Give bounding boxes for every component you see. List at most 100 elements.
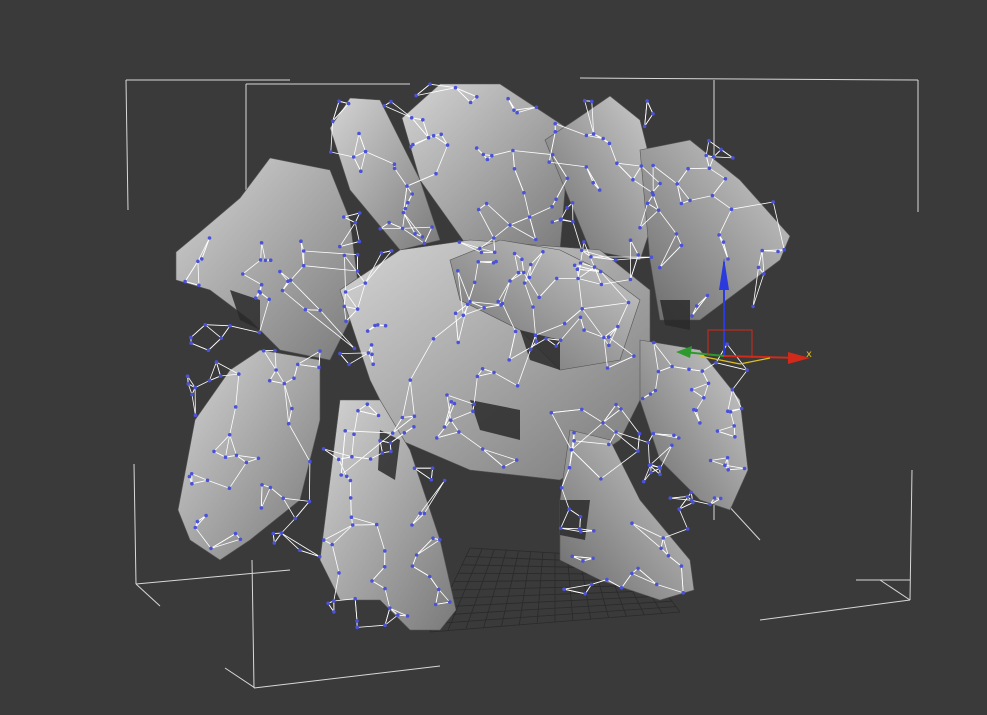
mesh-vertex[interactable] — [370, 352, 374, 357]
mesh-vertex[interactable] — [480, 447, 485, 451]
mesh-vertex[interactable] — [233, 531, 238, 536]
mesh-vertex[interactable] — [645, 201, 650, 206]
mesh-vertex[interactable] — [189, 335, 193, 340]
mesh-vertex[interactable] — [705, 293, 710, 298]
mesh-vertex[interactable] — [303, 307, 308, 312]
mesh-vertex[interactable] — [666, 553, 671, 558]
mesh-vertex[interactable] — [207, 378, 212, 383]
mesh-vertex[interactable] — [410, 523, 414, 527]
mesh-vertex[interactable] — [642, 124, 647, 129]
mesh-vertex[interactable] — [572, 263, 577, 268]
mesh-vertex[interactable] — [570, 554, 574, 559]
mesh-vertex[interactable] — [572, 439, 576, 443]
mesh-vertex[interactable] — [452, 401, 457, 406]
mesh-vertex[interactable] — [233, 405, 238, 409]
mesh-vertex[interactable] — [475, 374, 480, 379]
mesh-vertex[interactable] — [637, 431, 642, 436]
mesh-vertex[interactable] — [439, 132, 444, 137]
mesh-vertex[interactable] — [638, 225, 642, 230]
mesh-vertex[interactable] — [348, 478, 353, 483]
mesh-vertex[interactable] — [592, 529, 596, 533]
mesh-vertex[interactable] — [685, 494, 689, 499]
mesh-vertex[interactable] — [718, 496, 723, 501]
mesh-vertex[interactable] — [606, 335, 611, 339]
mesh-vertex[interactable] — [575, 267, 580, 272]
mesh-vertex[interactable] — [492, 250, 497, 255]
mesh-vertex[interactable] — [562, 321, 567, 326]
mesh-vertex[interactable] — [508, 223, 512, 227]
mesh-vertex[interactable] — [410, 192, 415, 196]
mesh-vertex[interactable] — [337, 99, 341, 103]
mesh-vertex[interactable] — [656, 369, 661, 374]
mesh-vertex[interactable] — [322, 538, 326, 542]
mesh-vertex[interactable] — [461, 313, 466, 318]
mesh-vertex[interactable] — [414, 553, 419, 557]
mesh-vertex[interactable] — [190, 392, 194, 397]
mesh-vertex[interactable] — [478, 246, 482, 251]
mesh-vertex[interactable] — [434, 171, 438, 176]
mesh-vertex[interactable] — [636, 449, 640, 453]
mesh-vertex[interactable] — [677, 436, 681, 440]
mesh-vertex[interactable] — [512, 251, 517, 256]
mesh-vertex[interactable] — [679, 243, 684, 248]
mesh-vertex[interactable] — [558, 338, 563, 343]
mesh-vertex[interactable] — [374, 522, 379, 527]
mesh-vertex[interactable] — [237, 372, 241, 376]
mesh-vertex[interactable] — [389, 99, 393, 104]
mesh-vertex[interactable] — [534, 237, 538, 242]
mesh-vertex[interactable] — [672, 433, 676, 438]
mesh-vertex[interactable] — [512, 167, 517, 171]
mesh-vertex[interactable] — [541, 250, 545, 254]
mesh-vertex[interactable] — [355, 625, 360, 630]
mesh-vertex[interactable] — [301, 263, 306, 268]
mesh-vertex[interactable] — [482, 306, 486, 310]
mesh-vertex[interactable] — [408, 378, 413, 382]
mesh-vertex[interactable] — [279, 531, 284, 535]
mesh-vertex[interactable] — [725, 342, 729, 347]
mesh-vertex[interactable] — [550, 152, 555, 157]
mesh-vertex[interactable] — [422, 511, 427, 516]
mesh-vertex[interactable] — [418, 511, 423, 515]
mesh-vertex[interactable] — [516, 270, 521, 275]
mesh-vertex[interactable] — [430, 225, 434, 229]
mesh-vertex[interactable] — [726, 257, 730, 261]
mesh-vertex[interactable] — [329, 150, 333, 154]
mesh-vertex[interactable] — [282, 381, 287, 386]
mesh-vertex[interactable] — [580, 307, 584, 311]
mesh-vertex[interactable] — [336, 457, 341, 462]
mesh-vertex[interactable] — [712, 496, 717, 500]
mesh-vertex[interactable] — [355, 619, 359, 623]
mesh-vertex[interactable] — [645, 99, 649, 103]
mesh-vertex[interactable] — [405, 614, 410, 618]
mesh-vertex[interactable] — [200, 257, 204, 261]
mesh-vertex[interactable] — [412, 414, 417, 419]
mesh-vertex[interactable] — [286, 421, 291, 426]
mesh-vertex[interactable] — [263, 258, 268, 263]
mesh-vertex[interactable] — [268, 485, 273, 490]
mesh-vertex[interactable] — [357, 239, 362, 244]
mesh-vertex[interactable] — [413, 232, 417, 236]
mesh-vertex[interactable] — [409, 116, 414, 120]
mesh-vertex[interactable] — [599, 477, 603, 481]
mesh-vertex[interactable] — [570, 201, 575, 205]
mesh-vertex[interactable] — [457, 430, 461, 434]
mesh-vertex[interactable] — [559, 486, 564, 490]
mesh-vertex[interactable] — [296, 362, 300, 367]
mesh-vertex[interactable] — [714, 360, 718, 365]
mesh-vertex[interactable] — [553, 121, 557, 126]
mesh-vertex[interactable] — [258, 258, 263, 262]
mesh-vertex[interactable] — [692, 407, 696, 412]
mesh-vertex[interactable] — [739, 406, 744, 411]
mesh-vertex[interactable] — [430, 466, 435, 471]
mesh-vertex[interactable] — [590, 99, 594, 104]
mesh-vertex[interactable] — [357, 211, 362, 215]
mesh-vertex[interactable] — [686, 166, 690, 171]
mesh-vertex[interactable] — [259, 282, 264, 287]
mesh-vertex[interactable] — [651, 340, 656, 345]
mesh-vertex[interactable] — [549, 410, 554, 415]
mesh-vertex[interactable] — [653, 388, 658, 393]
mesh-vertex[interactable] — [244, 460, 249, 465]
mesh-vertex[interactable] — [698, 421, 702, 425]
mesh-vertex[interactable] — [272, 541, 277, 545]
mesh-vertex[interactable] — [456, 269, 460, 273]
